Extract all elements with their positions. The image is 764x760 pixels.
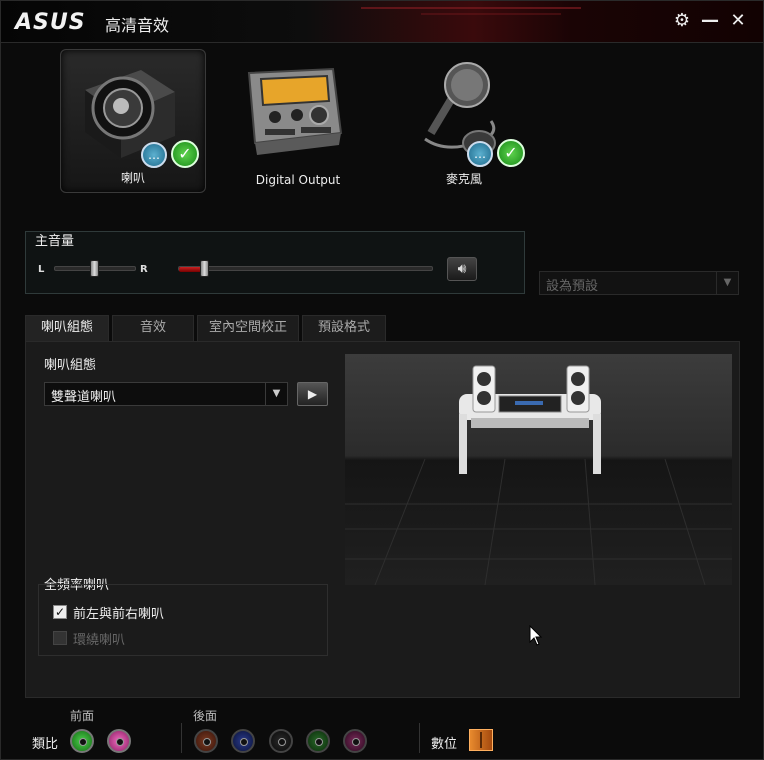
analog-label: 類比 (32, 737, 59, 752)
mute-button[interactable]: 🔊︎ (447, 257, 477, 281)
speaker-preview-scene (345, 354, 732, 585)
device-label: 麥克風 (445, 172, 482, 186)
device-digital-output[interactable]: Digital Output (225, 49, 371, 193)
microphone-icon (424, 62, 496, 155)
digital-output-icon (247, 67, 343, 155)
mouse-cursor-icon (529, 625, 543, 646)
surround-checkbox[interactable] (53, 631, 67, 645)
chat-icon: … (141, 142, 167, 168)
set-default-select[interactable]: 設為預設 ▼ (539, 271, 739, 295)
speaker-scene-illustration (345, 365, 732, 585)
device-microphone[interactable]: … ✓ 麥克風 (391, 49, 537, 193)
front-jack-pink[interactable] (107, 729, 131, 753)
rear-jack-pink[interactable] (343, 729, 367, 753)
play-icon: ▶ (307, 387, 318, 401)
device-label: Digital Output (255, 173, 341, 187)
digital-label: 數位 (431, 737, 458, 752)
chevron-down-icon: ▼ (716, 272, 738, 294)
balance-right-label: R (140, 264, 148, 275)
balance-left-label: L (38, 264, 45, 275)
device-speakers[interactable]: … ✓ 喇叭 (60, 49, 206, 193)
tab-default-format[interactable]: 預設格式 (302, 315, 386, 341)
tab-panel-speaker-config: 喇叭組態 雙聲道喇叭 ▼ ▶ 全頻率喇叭 ✓ 前左與前右喇叭 環繞喇叭 (25, 341, 740, 698)
title-bar-decoration (421, 13, 561, 15)
chevron-down-icon: ▼ (265, 383, 287, 405)
title-bar: ASUS 高清音效 ⚙ — ✕ (1, 1, 763, 43)
rear-jack-orange[interactable] (194, 729, 218, 753)
volume-speaker-icon: 🔊︎ (457, 261, 467, 277)
asus-logo: ASUS (15, 10, 86, 35)
volume-slider-thumb[interactable] (200, 260, 209, 277)
front-jacks-label: 前面 (70, 709, 95, 723)
close-button[interactable]: ✕ (727, 10, 749, 32)
minimize-button[interactable]: — (699, 10, 721, 32)
tab-room-correction[interactable]: 室內空間校正 (197, 315, 299, 341)
speaker-config-value: 雙聲道喇叭 (51, 390, 117, 405)
master-volume-panel: 主音量 L R 🔊︎ (25, 231, 525, 294)
audio-manager-window: ASUS 高清音效 ⚙ — ✕ … ✓ 喇叭 Digital Output … … (0, 0, 764, 760)
app-title: 高清音效 (105, 16, 170, 35)
tab-sound-effects[interactable]: 音效 (112, 315, 194, 341)
check-icon: ✓ (497, 139, 525, 167)
master-volume-title: 主音量 (35, 234, 75, 249)
rear-jack-green[interactable] (306, 729, 330, 753)
rear-jack-black[interactable] (269, 729, 293, 753)
device-label: 喇叭 (120, 171, 145, 185)
fullrange-group: ✓ 前左與前右喇叭 環繞喇叭 (38, 584, 328, 656)
speaker-config-dropdown[interactable]: 雙聲道喇叭 ▼ (44, 382, 288, 406)
tab-speaker-config[interactable]: 喇叭組態 (25, 315, 109, 342)
rear-jack-blue[interactable] (231, 729, 255, 753)
footer-divider (419, 723, 420, 753)
check-icon: ✓ (171, 140, 199, 168)
front-jack-green[interactable] (70, 729, 94, 753)
play-test-button[interactable]: ▶ (297, 382, 328, 406)
speaker-icon (85, 70, 175, 158)
chat-icon: … (467, 141, 493, 167)
front-lr-label: 前左與前右喇叭 (73, 607, 165, 622)
volume-slider-track[interactable] (178, 266, 433, 271)
footer-divider (181, 723, 182, 753)
set-default-label: 設為預設 (546, 279, 599, 294)
title-bar-decoration (361, 7, 581, 9)
surround-label: 環繞喇叭 (73, 633, 126, 648)
front-lr-checkbox[interactable]: ✓ (53, 605, 67, 619)
speaker-config-label: 喇叭組態 (44, 358, 97, 373)
balance-slider-thumb[interactable] (90, 260, 99, 277)
digital-optical-jack[interactable] (469, 729, 493, 751)
rear-jacks-label: 後面 (193, 709, 218, 723)
settings-gear-icon[interactable]: ⚙ (671, 10, 693, 32)
